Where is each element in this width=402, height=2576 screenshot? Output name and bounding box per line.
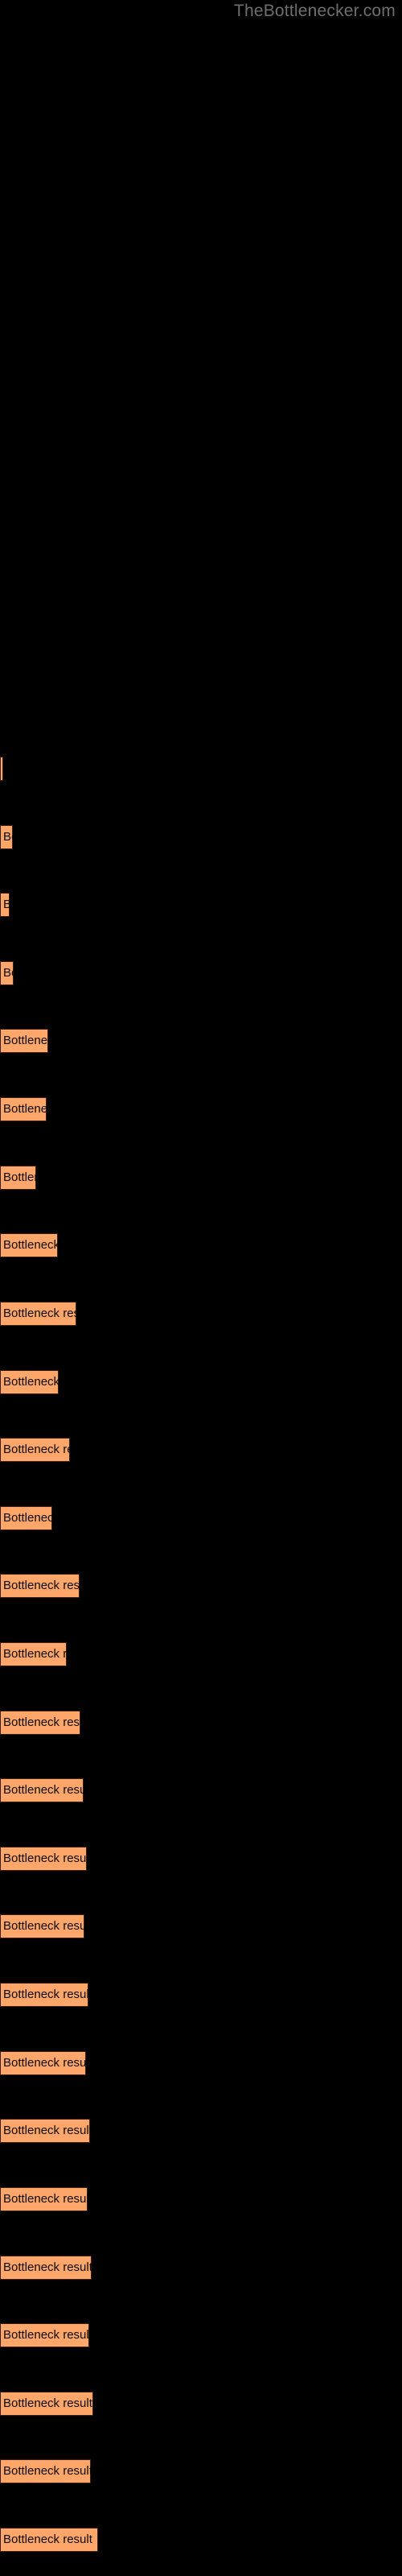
bar-label-clip: Bottleneck result <box>0 2459 91 2483</box>
bar-label: Bottleneck result <box>3 898 10 911</box>
bar-label-clip: Bottleneck result <box>0 1914 84 1938</box>
bar-label-clip: Bottleneck result <box>0 1438 70 1462</box>
bar-label-clip: Bottleneck result <box>0 1233 58 1257</box>
bar-label-clip: Bottleneck result <box>0 2256 92 2280</box>
bar-label-clip: Bottleneck result <box>0 1983 88 2007</box>
bar-label-clip: Bottleneck result <box>0 1370 59 1394</box>
bar-label: Bottleneck result <box>3 830 13 844</box>
bar-label-clip: Bottleneck result <box>0 2119 90 2143</box>
bar-label: Bottleneck result <box>3 1511 52 1525</box>
bar-label: Bottleneck result <box>3 1238 58 1252</box>
bar-label: Bottleneck result <box>3 1852 87 1865</box>
bar-label-clip: Bottleneck result <box>0 2051 86 2075</box>
bar-label: Bottleneck result <box>3 1579 80 1592</box>
bar-label-clip: Bottleneck result <box>0 961 14 985</box>
bar-label-clip: Bottleneck result <box>0 1097 47 1121</box>
bar-label: Bottleneck result <box>3 1102 47 1116</box>
bar-label: Bottleneck result <box>3 1170 36 1184</box>
bar-label-clip: Bottleneck result <box>0 1847 87 1871</box>
bar-label-clip: Bottleneck result <box>0 1711 80 1735</box>
bar-label: Bottleneck result <box>3 2396 92 2410</box>
bar-label: Bottleneck result <box>3 966 14 980</box>
bar-label: Bottleneck result <box>3 1647 67 1661</box>
bar-label-clip: Bottleneck result <box>0 757 3 781</box>
bar-label: Bottleneck result <box>3 2124 90 2137</box>
bar-label-clip: Bottleneck result <box>0 1506 52 1530</box>
bar-label: Bottleneck result <box>3 2192 88 2206</box>
bottleneck-bar-chart: Bottleneck result Bottleneck result Bottle… <box>0 0 402 2576</box>
bar-label: Bottleneck result <box>3 1307 76 1320</box>
bar-label-clip: Bottleneck result <box>0 825 13 849</box>
bar-label: Bottleneck result <box>3 2464 91 2478</box>
bar-label-clip: Bottleneck result <box>0 893 10 917</box>
bar-label: Bottleneck result <box>3 1443 70 1456</box>
bar-label: Bottleneck result <box>3 1034 48 1047</box>
bar-label: Bottleneck result <box>3 1783 84 1797</box>
bar-label: Bottleneck result <box>3 2328 89 2342</box>
bar-label: Bottleneck result <box>3 1919 84 1933</box>
bar-label: Bottleneck result <box>3 2260 92 2274</box>
bar-label-clip: Bottleneck result <box>0 1302 76 1326</box>
bar-label: Bottleneck result <box>3 1715 80 1729</box>
bar-label-clip: Bottleneck result <box>0 2187 88 2211</box>
bar-label-clip: Bottleneck result <box>0 1166 36 1190</box>
bar-label: Bottleneck result <box>3 2056 86 2070</box>
bar-label: Bottleneck result <box>3 2533 92 2546</box>
bar-label-clip: Bottleneck result <box>0 2528 98 2552</box>
bar-label-clip: Bottleneck result <box>0 1029 48 1053</box>
bar-label-clip: Bottleneck result <box>0 1574 80 1598</box>
bar-label-clip: Bottleneck result <box>0 2323 89 2347</box>
bar-label-clip: Bottleneck result <box>0 2392 93 2416</box>
site-watermark: TheBottlenecker.com <box>233 2 396 20</box>
bar-label-clip: Bottleneck result <box>0 1642 67 1666</box>
bar-label-clip: Bottleneck result <box>0 1778 84 1802</box>
bar-label: Bottleneck result <box>3 1375 59 1389</box>
bar-label: Bottleneck result <box>3 1988 88 2001</box>
